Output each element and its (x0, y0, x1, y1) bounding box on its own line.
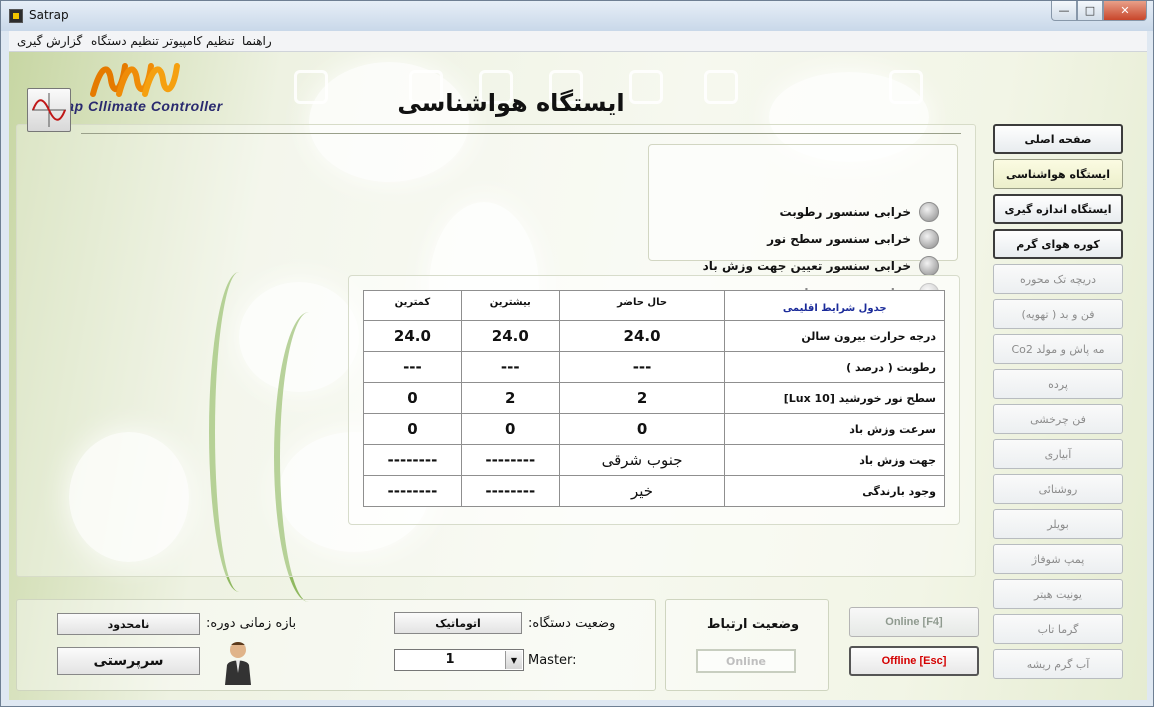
cell-min: --- (363, 351, 462, 383)
alarm-row: خرابی سنسور سطح نور (767, 229, 939, 249)
row-label: وجود بارندگی (724, 475, 945, 507)
menu-device-settings[interactable]: تنظیم دستگاه (91, 34, 159, 48)
table-caption: جدول شرایط اقلیمی (724, 290, 945, 321)
cell-current: 0 (558, 413, 726, 445)
offline-button[interactable]: Offline [Esc] (849, 646, 979, 676)
lamp-watermark-icon (889, 70, 923, 104)
status-led-icon (919, 229, 939, 249)
table-row: -------- -------- جنوب شرقی جهت وزش باد (363, 444, 945, 476)
sidebar-item-irrigation[interactable]: آبیاری (993, 439, 1123, 469)
menu-bar: گزارش گیری تنظیم دستگاه تنظیم کامپیوتر ر… (9, 31, 1147, 52)
sidebar-item-boiler[interactable]: بویلر (993, 509, 1123, 539)
table-header-row: کمترین بیشترین حال حاضر جدول شرایط اقلیم… (363, 290, 945, 321)
wind-watermark-icon (294, 70, 328, 104)
cell-max: --- (460, 351, 560, 383)
table-row: 0 0 0 سرعت وزش باد (363, 413, 945, 445)
sidebar-item-home[interactable]: صفحه اصلی (993, 124, 1123, 154)
cell-min: -------- (363, 444, 462, 476)
chart-icon[interactable] (27, 88, 71, 132)
cell-min: 0 (363, 382, 462, 414)
period-field: نامحدود (57, 613, 200, 635)
sidebar-item-hot-air-furnace[interactable]: کوره هوای گرم (993, 229, 1123, 259)
alarm-label: خرابی سنسور سطح نور (767, 232, 911, 246)
cell-min: -------- (363, 475, 462, 507)
menu-reports[interactable]: گزارش گیری (17, 34, 82, 48)
user-avatar-icon (225, 642, 251, 685)
alarm-row: خرابی سنسور رطوبت (779, 202, 939, 222)
title-divider (81, 133, 961, 134)
app-icon (9, 9, 23, 23)
sensor-alarm-panel: خرابی سنسور رطوبت خرابی سنسور سطح نور خر… (648, 144, 958, 303)
sidebar-item-fogger-co2[interactable]: مه پاش و مولد Co2 (993, 334, 1123, 364)
cell-current: 2 (558, 382, 726, 414)
alarm-label: خرابی سنسور رطوبت (779, 205, 911, 219)
window-title: Satrap (29, 8, 69, 22)
climate-table-panel: کمترین بیشترین حال حاضر جدول شرایط اقلیم… (348, 275, 960, 525)
maximize-button[interactable]: □ (1077, 1, 1103, 21)
sidebar-item-weather-station[interactable]: ایستگاه هواشناسی (993, 159, 1123, 189)
sidebar-item-circulation-fan[interactable]: فن چرخشی (993, 404, 1123, 434)
connection-panel (665, 599, 829, 691)
table-row: 24.0 24.0 24.0 درجه حرارت بیرون سالن (363, 320, 945, 352)
minimize-button[interactable]: — (1051, 1, 1077, 21)
master-select[interactable]: 1 ▼ (394, 649, 524, 671)
connection-status-indicator: Online (696, 649, 796, 673)
period-label: بازه زمانی دوره: (206, 616, 297, 631)
sidebar-item-radiant-heater[interactable]: گرما تاب (993, 614, 1123, 644)
row-label: سرعت وزش باد (724, 413, 945, 445)
device-status-label: وضعیت دستگاه: (528, 616, 616, 631)
chevron-down-icon[interactable]: ▼ (505, 651, 522, 669)
connection-status-label: وضعیت ارتباط (707, 617, 800, 632)
row-label: جهت وزش باد (724, 444, 945, 476)
alarm-label: خرابی سنسور تعیین جهت وزش باد (702, 259, 911, 273)
sidebar-item-fan-pad[interactable]: فن و بد ( تهویه) (993, 299, 1123, 329)
sidebar-item-heating-pump[interactable]: پمپ شوفاژ (993, 544, 1123, 574)
cell-max: 0 (460, 413, 560, 445)
status-led-icon (919, 256, 939, 276)
sidebar-item-lighting[interactable]: روشنائی (993, 474, 1123, 504)
alarm-row: خرابی سنسور تعیین جهت وزش باد (703, 256, 939, 276)
master-select-value: 1 (445, 652, 455, 667)
app-window: Satrap — □ ✕ گزارش گیری تنظیم دستگاه تنظ… (0, 0, 1154, 707)
status-led-icon (919, 202, 939, 222)
sidebar-item-unit-heater[interactable]: یونیت هیتر (993, 579, 1123, 609)
cell-max: -------- (460, 444, 560, 476)
user-role-field: سرپرستی (57, 647, 200, 675)
climate-table: کمترین بیشترین حال حاضر جدول شرایط اقلیم… (363, 290, 945, 507)
cell-max: 24.0 (460, 320, 560, 352)
sidebar-item-root-hot-water[interactable]: آب گرم ریشه (993, 649, 1123, 679)
cell-min: 0 (363, 413, 462, 445)
header-current: حال حاضر (558, 290, 726, 321)
row-label: سطح نور خورشید [10 Lux] (724, 382, 945, 414)
sidebar-item-single-axis-vent[interactable]: دریچه تک محوره (993, 264, 1123, 294)
menu-help[interactable]: راهنما (242, 34, 272, 48)
menu-computer-settings[interactable]: تنظیم کامپیوتر (163, 34, 234, 48)
satrap-logo-icon (90, 63, 180, 97)
title-bar: Satrap — □ ✕ (1, 1, 1153, 31)
cell-current: خیر (558, 475, 726, 507)
cell-min: 24.0 (363, 320, 462, 352)
device-status-field: اتوماتیک (394, 612, 522, 634)
cell-max: -------- (460, 475, 560, 507)
table-row: 0 2 2 سطح نور خورشید [10 Lux] (363, 382, 945, 414)
row-label: رطوبت ( درصد ) (724, 351, 945, 383)
cell-current: 24.0 (558, 320, 726, 352)
sidebar-item-measurement-station[interactable]: ایستگاه اندازه گیری (993, 194, 1123, 224)
page-title: ایستگاه هواشناسی (397, 89, 625, 117)
master-label: Master: (528, 653, 577, 668)
row-label: درجه حرارت بیرون سالن (724, 320, 945, 352)
table-row: -------- -------- خیر وجود بارندگی (363, 475, 945, 507)
cell-max: 2 (460, 382, 560, 414)
cell-current: --- (558, 351, 726, 383)
table-row: --- --- --- رطوبت ( درصد ) (363, 351, 945, 383)
header-min: کمترین (363, 290, 462, 321)
heater-watermark-icon (704, 70, 738, 104)
online-button[interactable]: Online [F4] (849, 607, 979, 637)
cell-current: جنوب شرقی (558, 444, 726, 476)
close-button[interactable]: ✕ (1103, 1, 1147, 21)
header-max: بیشترین (460, 290, 560, 321)
sidebar-item-curtain[interactable]: پرده (993, 369, 1123, 399)
